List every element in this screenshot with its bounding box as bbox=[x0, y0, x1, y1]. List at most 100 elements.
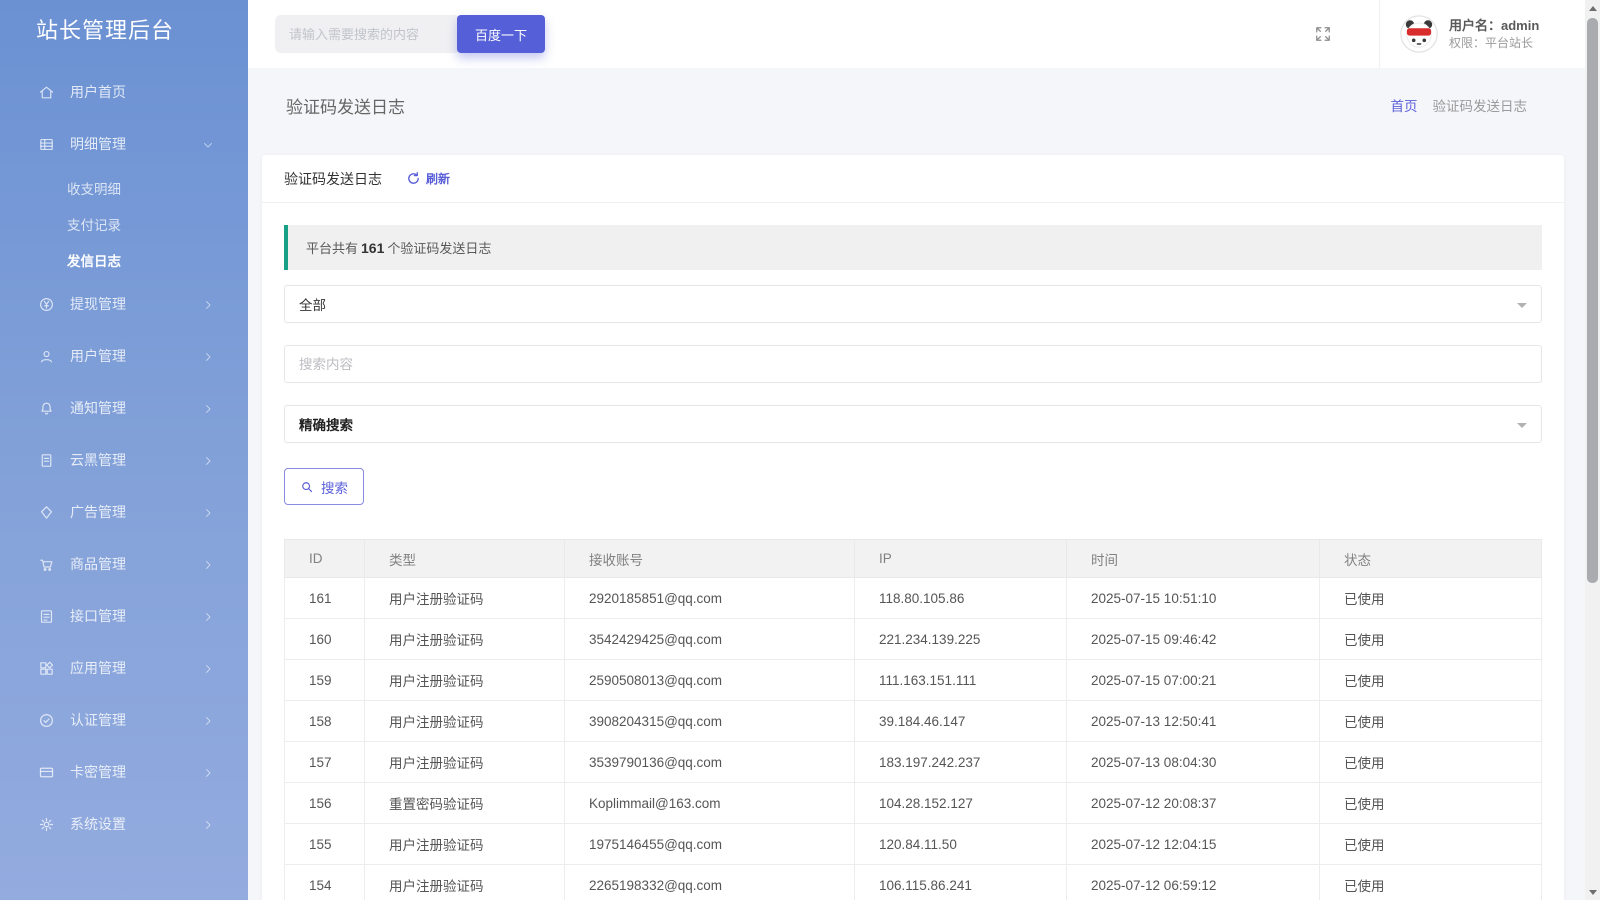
refresh-icon bbox=[406, 171, 421, 186]
cell-id: 159 bbox=[285, 660, 365, 701]
sidebar-item-label: 支付记录 bbox=[67, 214, 121, 234]
chevron-right-icon bbox=[202, 714, 214, 726]
sidebar-item-income-detail[interactable]: 收支明细 bbox=[0, 170, 248, 206]
cell-type: 用户注册验证码 bbox=[365, 742, 565, 783]
sidebar-item-send-log[interactable]: 发信日志 bbox=[0, 242, 248, 278]
chevron-right-icon bbox=[202, 818, 214, 830]
chevron-down-icon bbox=[1517, 303, 1527, 313]
cell-ip: 106.115.86.241 bbox=[855, 865, 1067, 900]
sidebar-item-cert-mgmt[interactable]: 认证管理 bbox=[0, 694, 248, 746]
col-header-ip: IP bbox=[855, 540, 1067, 578]
cell-status: 已使用 bbox=[1320, 742, 1542, 783]
cell-time: 2025-07-15 09:46:42 bbox=[1067, 619, 1320, 660]
sidebar-item-label: 系统设置 bbox=[70, 814, 126, 834]
sidebar-item-notice-mgmt[interactable]: 通知管理 bbox=[0, 382, 248, 434]
gear-icon bbox=[38, 816, 55, 833]
sidebar-item-label: 广告管理 bbox=[70, 502, 126, 522]
sidebar-item-label: 云黑管理 bbox=[70, 450, 126, 470]
baidu-search-button[interactable]: 百度一下 bbox=[457, 15, 545, 53]
cell-ip: 118.80.105.86 bbox=[855, 578, 1067, 619]
sidebar-item-app-mgmt[interactable]: 应用管理 bbox=[0, 642, 248, 694]
sidebar-item-label: 发信日志 bbox=[67, 250, 121, 270]
sidebar-item-label: 应用管理 bbox=[70, 658, 126, 678]
cell-id: 158 bbox=[285, 701, 365, 742]
sidebar-item-payment-records[interactable]: 支付记录 bbox=[0, 206, 248, 242]
sidebar-item-ad-mgmt[interactable]: 广告管理 bbox=[0, 486, 248, 538]
fullscreen-icon[interactable] bbox=[1313, 24, 1333, 44]
chevron-right-icon bbox=[202, 766, 214, 778]
cell-account: 1975146455@qq.com bbox=[565, 824, 855, 865]
alert-count: 161 bbox=[361, 240, 384, 256]
cell-time: 2025-07-15 07:00:21 bbox=[1067, 660, 1320, 701]
sidebar-item-withdraw-mgmt[interactable]: 提现管理 bbox=[0, 278, 248, 330]
sidebar-item-label: 商品管理 bbox=[70, 554, 126, 574]
cell-id: 157 bbox=[285, 742, 365, 783]
user-role: 权限：平台站长 bbox=[1449, 35, 1539, 51]
type-select[interactable]: 全部 bbox=[284, 285, 1542, 323]
chevron-right-icon bbox=[202, 298, 214, 310]
chevron-right-icon bbox=[202, 506, 214, 518]
scrollbar-thumb[interactable] bbox=[1587, 18, 1598, 583]
document-icon bbox=[38, 452, 55, 469]
cell-ip: 104.28.152.127 bbox=[855, 783, 1067, 824]
cell-account: 2265198332@qq.com bbox=[565, 865, 855, 900]
cell-ip: 39.184.46.147 bbox=[855, 701, 1067, 742]
chevron-down-icon bbox=[202, 138, 214, 150]
cell-time: 2025-07-12 06:59:12 bbox=[1067, 865, 1320, 900]
scrollbar-up-button[interactable] bbox=[1585, 0, 1600, 16]
check-circle-icon bbox=[38, 712, 55, 729]
sidebar-item-blacklist-mgmt[interactable]: 云黑管理 bbox=[0, 434, 248, 486]
cell-ip: 221.234.139.225 bbox=[855, 619, 1067, 660]
cell-account: Koplimmail@163.com bbox=[565, 783, 855, 824]
breadcrumb: 首页 验证码发送日志 bbox=[1391, 95, 1528, 115]
col-header-type: 类型 bbox=[365, 540, 565, 578]
col-header-status: 状态 bbox=[1320, 540, 1542, 578]
cell-status: 已使用 bbox=[1320, 824, 1542, 865]
chevron-down-icon bbox=[1517, 423, 1527, 433]
scrollbar[interactable] bbox=[1585, 0, 1600, 900]
baidu-search-input[interactable] bbox=[275, 15, 461, 53]
card-body: 平台共有 161 个验证码发送日志 全部 精确搜索 搜索 bbox=[262, 203, 1564, 900]
log-card: 验证码发送日志 刷新 平台共有 161 个验证码发送日志 全部 bbox=[262, 155, 1564, 900]
cell-id: 154 bbox=[285, 865, 365, 900]
sidebar-item-label: 认证管理 bbox=[70, 710, 126, 730]
breadcrumb-home-link[interactable]: 首页 bbox=[1391, 95, 1418, 115]
cell-id: 160 bbox=[285, 619, 365, 660]
sidebar-item-label: 卡密管理 bbox=[70, 762, 126, 782]
chevron-right-icon bbox=[202, 454, 214, 466]
cell-ip: 111.163.151.111 bbox=[855, 660, 1067, 701]
app-grid-icon bbox=[38, 660, 55, 677]
sidebar-item-user-home[interactable]: 用户首页 bbox=[0, 66, 248, 118]
table-row: 157用户注册验证码3539790136@qq.com183.197.242.2… bbox=[285, 742, 1542, 783]
cell-account: 3539790136@qq.com bbox=[565, 742, 855, 783]
sidebar-item-user-mgmt[interactable]: 用户管理 bbox=[0, 330, 248, 382]
cell-id: 156 bbox=[285, 783, 365, 824]
alert-prefix: 平台共有 bbox=[306, 238, 358, 257]
sidebar-item-detail-mgmt[interactable]: 明细管理 bbox=[0, 118, 248, 170]
scrollbar-down-button[interactable] bbox=[1585, 884, 1600, 900]
search-button[interactable]: 搜索 bbox=[284, 468, 364, 505]
cell-time: 2025-07-13 08:04:30 bbox=[1067, 742, 1320, 783]
col-header-time: 时间 bbox=[1067, 540, 1320, 578]
user-menu[interactable]: 用户名：admin 权限：平台站长 bbox=[1379, 0, 1585, 68]
sidebar-item-cardkey-mgmt[interactable]: 卡密管理 bbox=[0, 746, 248, 798]
sidebar-item-product-mgmt[interactable]: 商品管理 bbox=[0, 538, 248, 590]
chevron-right-icon bbox=[202, 662, 214, 674]
sidebar-item-api-mgmt[interactable]: 接口管理 bbox=[0, 590, 248, 642]
keyword-input[interactable] bbox=[284, 345, 1542, 383]
cell-status: 已使用 bbox=[1320, 701, 1542, 742]
cell-id: 155 bbox=[285, 824, 365, 865]
cell-account: 2920185851@qq.com bbox=[565, 578, 855, 619]
cell-type: 用户注册验证码 bbox=[365, 824, 565, 865]
cell-type: 用户注册验证码 bbox=[365, 660, 565, 701]
mode-select-value: 精确搜索 bbox=[299, 414, 353, 434]
sidebar-item-system-settings[interactable]: 系统设置 bbox=[0, 798, 248, 850]
mode-select[interactable]: 精确搜索 bbox=[284, 405, 1542, 443]
sidebar-item-label: 用户管理 bbox=[70, 346, 126, 366]
bell-icon bbox=[38, 400, 55, 417]
cell-type: 用户注册验证码 bbox=[365, 865, 565, 900]
cell-status: 已使用 bbox=[1320, 783, 1542, 824]
card-tab[interactable]: 验证码发送日志 bbox=[284, 169, 382, 189]
log-table: ID 类型 接收账号 IP 时间 状态 161用户注册验证码2920185851… bbox=[284, 539, 1542, 900]
refresh-button[interactable]: 刷新 bbox=[406, 170, 450, 187]
